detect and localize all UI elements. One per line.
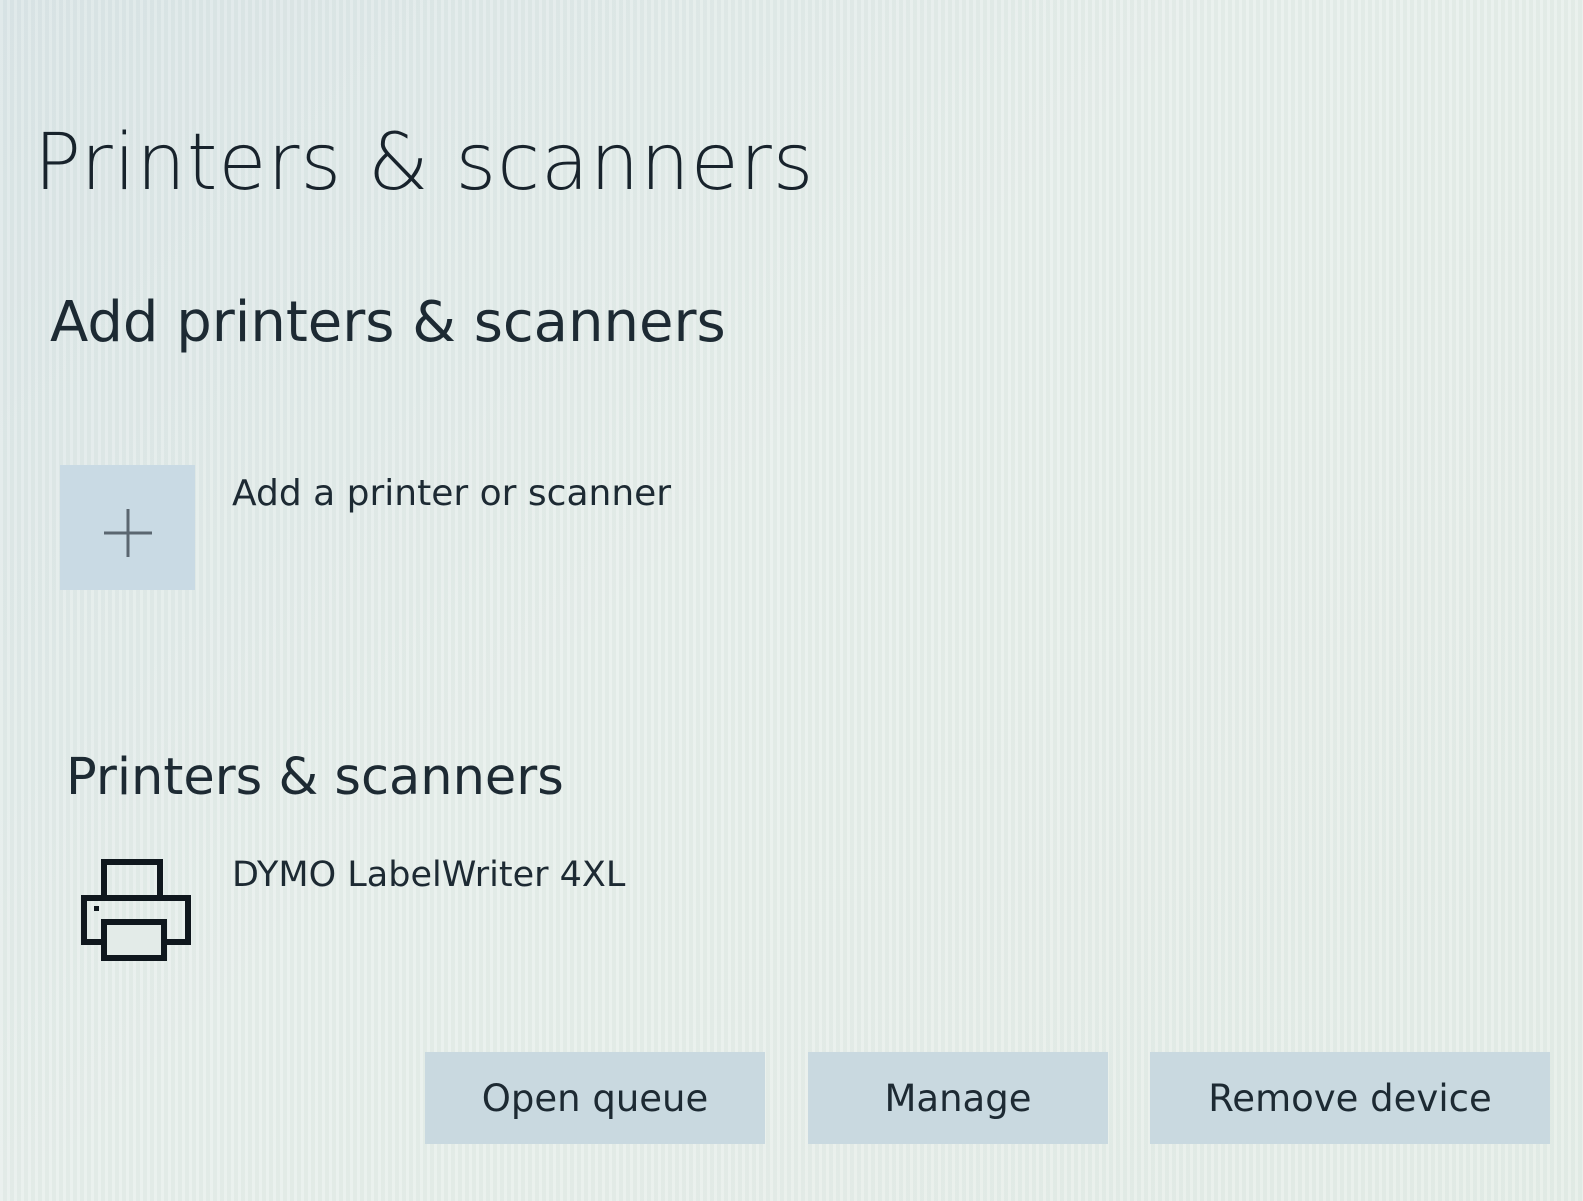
device-action-bar: Open queue Manage Remove device <box>425 1052 1550 1144</box>
device-item-dymo[interactable]: DYMO LabelWriter 4XL <box>80 855 780 965</box>
open-queue-button[interactable]: Open queue <box>425 1052 765 1144</box>
settings-window: Printers & scanners Add printers & scann… <box>0 0 1583 1201</box>
add-tile <box>60 465 195 590</box>
devices-section-heading: Printers & scanners <box>66 748 564 807</box>
add-section-heading: Add printers & scanners <box>50 290 726 355</box>
add-printer-button[interactable]: Add a printer or scanner <box>60 465 780 590</box>
plus-icon <box>104 509 152 557</box>
add-printer-label: Add a printer or scanner <box>232 473 672 514</box>
device-name: DYMO LabelWriter 4XL <box>232 855 626 895</box>
manage-button[interactable]: Manage <box>808 1052 1108 1144</box>
printer-icon <box>81 859 191 961</box>
remove-device-button[interactable]: Remove device <box>1150 1052 1550 1144</box>
page-title: Printers & scanners <box>34 118 815 208</box>
